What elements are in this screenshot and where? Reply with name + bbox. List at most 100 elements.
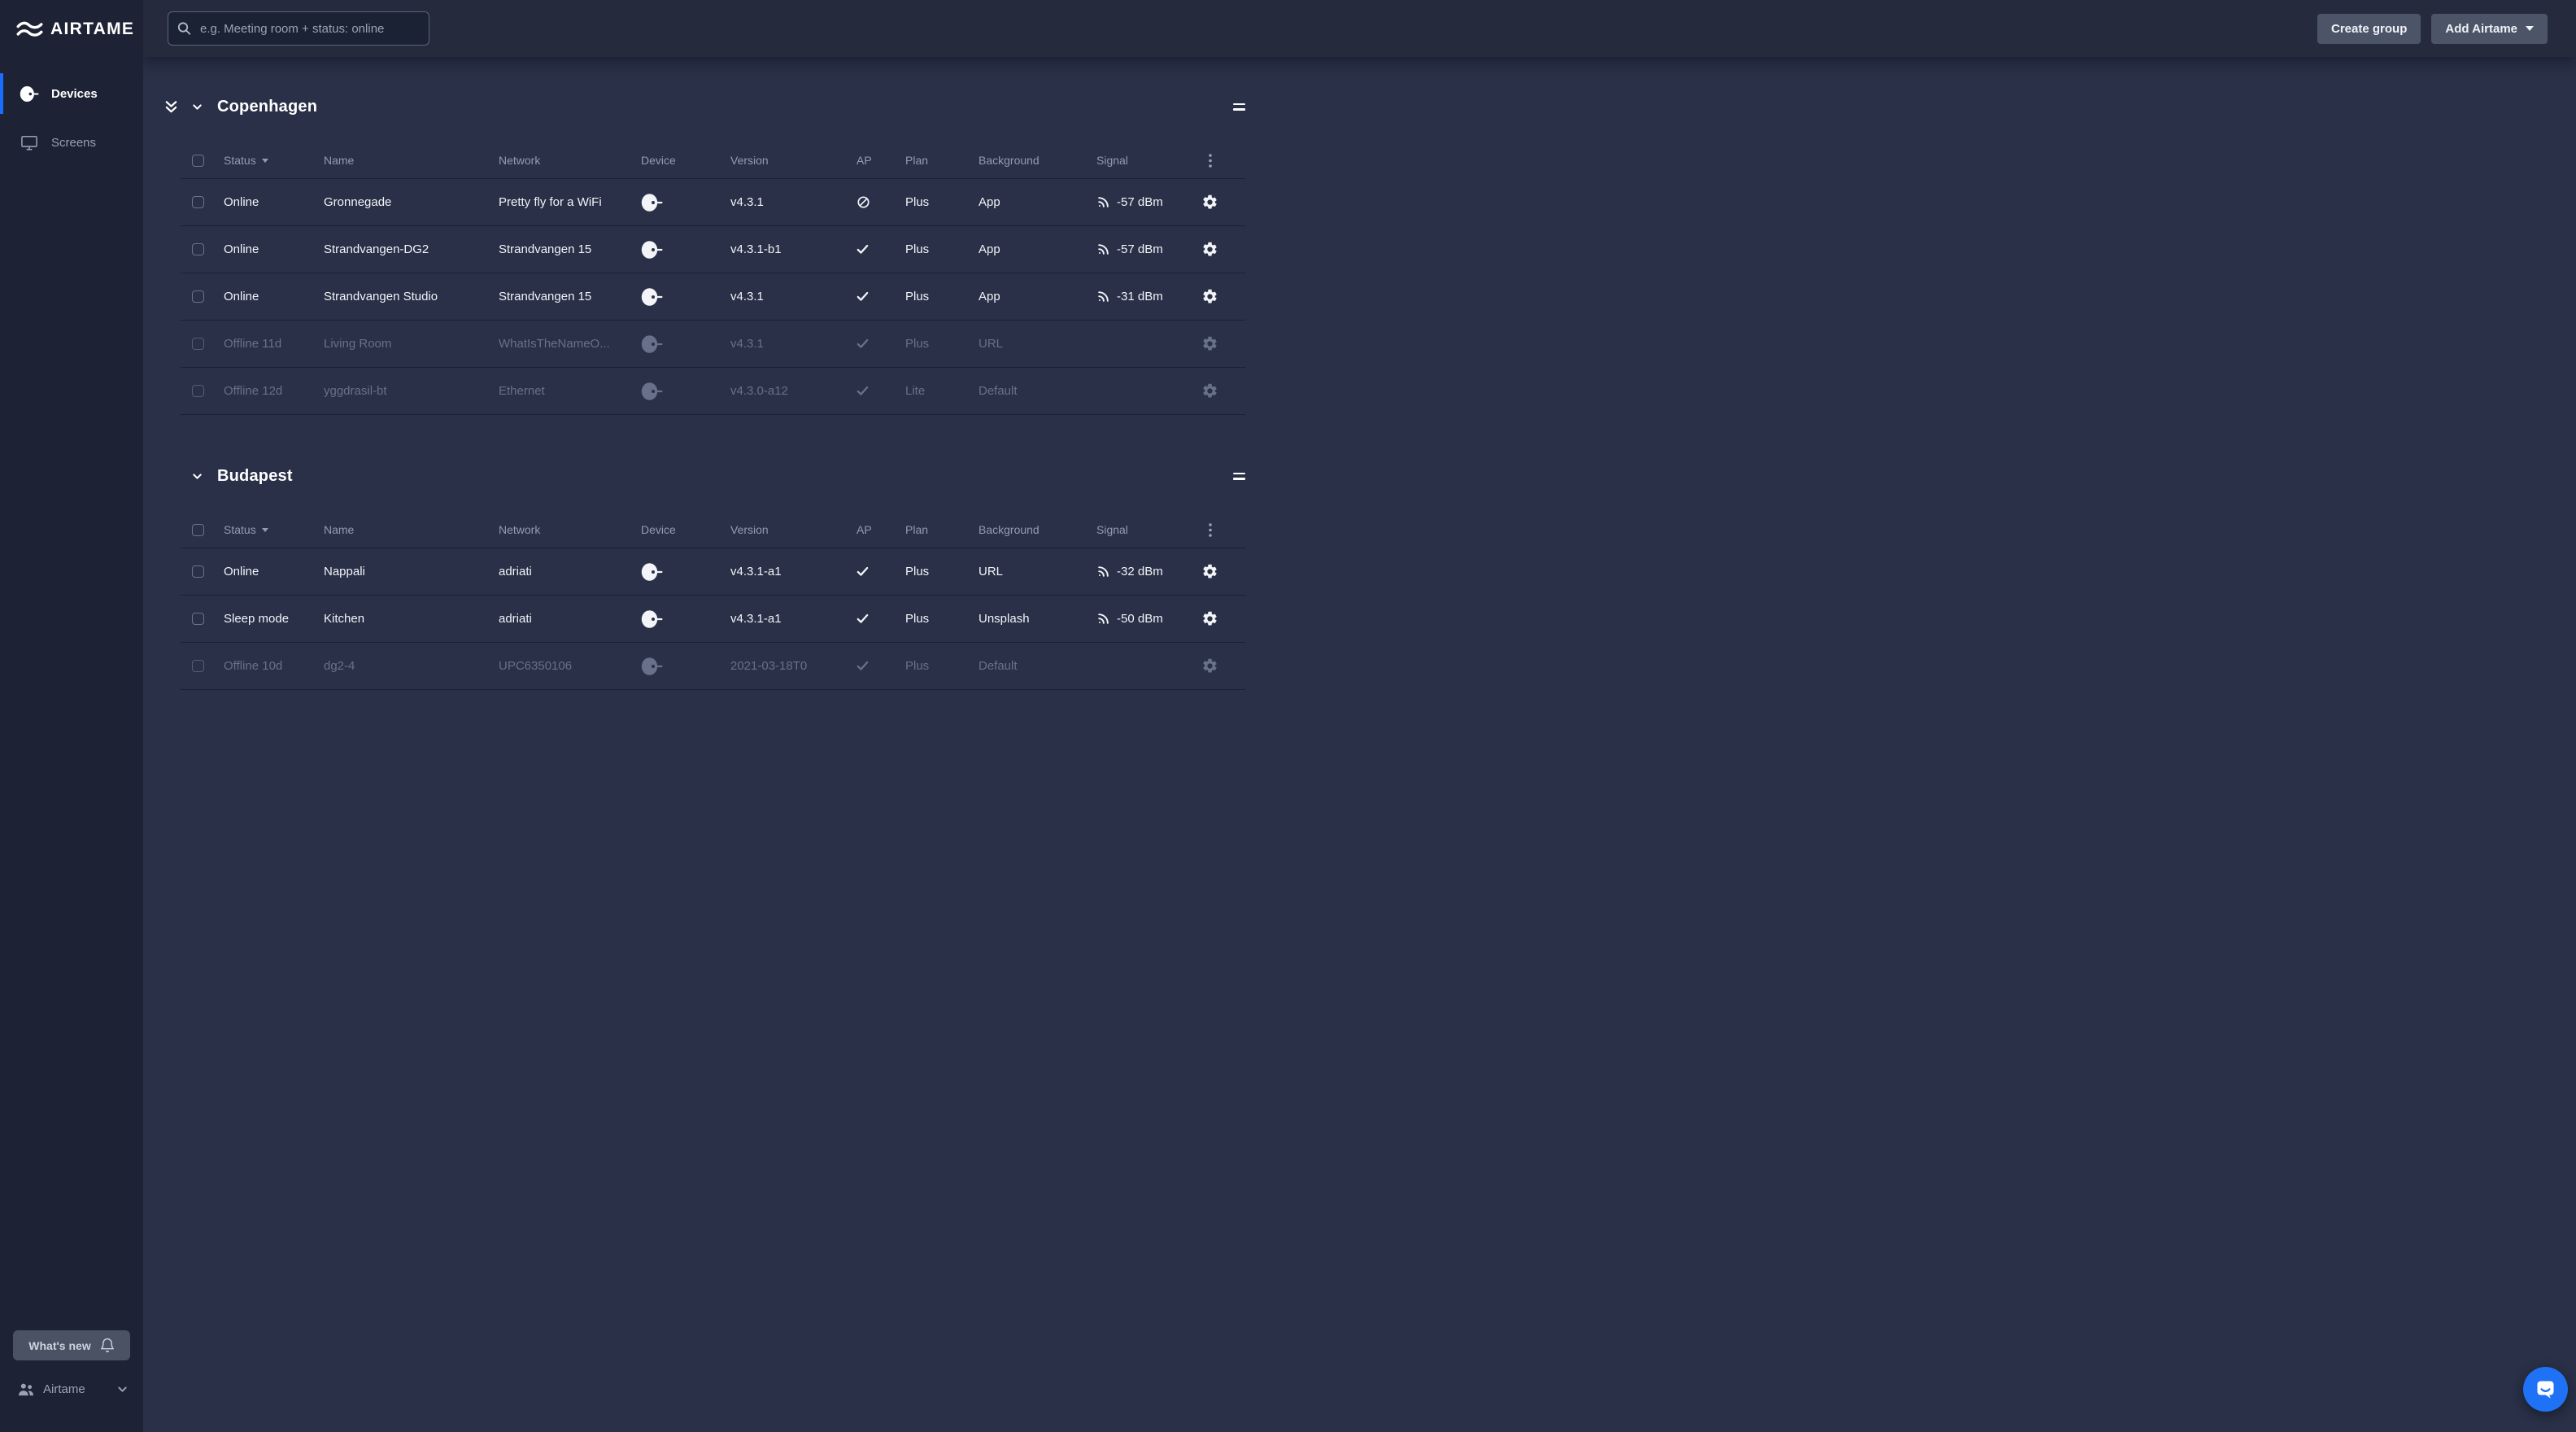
column-header-version[interactable]: Version <box>720 154 846 167</box>
gear-icon[interactable] <box>1201 657 1218 675</box>
gear-icon[interactable] <box>1201 610 1218 627</box>
plan-cell: Lite <box>905 384 926 398</box>
column-header-device[interactable]: Device <box>630 154 720 167</box>
check-icon <box>856 613 869 623</box>
column-header-background[interactable]: Background <box>968 523 1086 536</box>
ap-cell <box>846 661 895 671</box>
column-header-network[interactable]: Network <box>488 523 630 536</box>
table-row[interactable]: Offline 11d Living Room WhatIsTheNameO... v… <box>181 320 1245 367</box>
sidebar-item-screens[interactable]: Screens <box>0 118 143 167</box>
org-switcher[interactable]: Airtame <box>13 1382 130 1396</box>
select-all-checkbox[interactable] <box>192 523 204 536</box>
select-all-checkbox[interactable] <box>192 154 204 167</box>
check-icon <box>856 338 869 348</box>
create-group-button[interactable]: Create group <box>2317 13 2421 44</box>
search-box <box>168 11 429 46</box>
group-title: Copenhagen <box>217 97 318 116</box>
column-header-status[interactable]: Status <box>213 154 313 167</box>
settings-cell <box>1192 241 1244 258</box>
collapse-all-icon <box>165 100 177 112</box>
table-row[interactable]: Online Nappali adriati v4.3.1-a1 Plus URL -32 … <box>181 548 1245 595</box>
table-row[interactable]: Online Strandvangen-DG2 Strandvangen 15 v4.… <box>181 225 1245 273</box>
gear-icon[interactable] <box>1201 563 1218 580</box>
gear-icon[interactable] <box>1201 382 1218 399</box>
status-cell: Online <box>224 195 259 209</box>
network-cell: WhatIsTheNameO... <box>499 337 610 351</box>
row-checkbox[interactable] <box>192 290 204 303</box>
column-header-status[interactable]: Status <box>213 523 313 536</box>
row-select-cell <box>181 290 213 303</box>
column-header-name[interactable]: Name <box>313 523 488 536</box>
column-header-plan[interactable]: Plan <box>895 154 968 167</box>
table-row[interactable]: Online Gronnegade Pretty fly for a WiFi v4.… <box>181 178 1245 225</box>
version-cell: v4.3.1 <box>730 290 764 303</box>
sidebar-bottom: What's new Airtame <box>0 1330 143 1432</box>
device-icon <box>641 334 663 353</box>
group-options-icon[interactable] <box>1233 103 1245 111</box>
device-icon <box>641 287 663 306</box>
name-cell: Strandvangen Studio <box>324 290 438 303</box>
table-row[interactable]: Offline 12d yggdrasil-bt Ethernet v4.3.0-a1… <box>181 367 1245 414</box>
column-header-signal[interactable]: Signal <box>1086 154 1192 167</box>
airtame-wave-icon <box>16 21 43 37</box>
plan-cell: Plus <box>905 612 930 626</box>
table-row[interactable]: Online Strandvangen Studio Strandvangen 15… <box>181 273 1245 320</box>
device-cell <box>630 286 720 308</box>
table-header-row: Status Name Network Device Version AP Plan Back… <box>181 142 1245 178</box>
row-checkbox[interactable] <box>192 385 204 397</box>
group-title: Budapest <box>217 466 293 485</box>
intercom-launcher[interactable] <box>2523 1367 2568 1412</box>
caret-down-icon <box>2526 26 2534 31</box>
signal-cell: -31 dBm <box>1086 290 1192 303</box>
device-cell <box>630 334 720 355</box>
gear-icon[interactable] <box>1201 194 1218 211</box>
row-checkbox[interactable] <box>192 196 204 208</box>
gear-icon[interactable] <box>1201 335 1218 352</box>
signal-icon <box>1098 291 1109 302</box>
group-chevron-button[interactable] <box>191 101 203 113</box>
gear-icon[interactable] <box>1201 288 1218 305</box>
device-cell <box>630 656 720 677</box>
column-header-background[interactable]: Background <box>968 154 1086 167</box>
column-header-device[interactable]: Device <box>630 523 720 536</box>
gear-glyph <box>1203 564 1217 578</box>
column-header-plan[interactable]: Plan <box>895 523 968 536</box>
row-checkbox[interactable] <box>192 613 204 625</box>
gear-glyph <box>1203 194 1217 209</box>
row-checkbox[interactable] <box>192 243 204 255</box>
topbar-actions: Create group Add Airtame <box>2317 13 2548 44</box>
device-icon <box>641 382 663 400</box>
gear-icon[interactable] <box>1201 241 1218 258</box>
search-input[interactable] <box>168 11 429 46</box>
column-header-version[interactable]: Version <box>720 523 846 536</box>
row-checkbox[interactable] <box>192 660 204 672</box>
kebab-menu-icon[interactable] <box>1208 522 1212 537</box>
whats-new-button[interactable]: What's new <box>13 1330 130 1360</box>
column-header-signal[interactable]: Signal <box>1086 523 1192 536</box>
table-row[interactable]: Sleep mode Kitchen adriati v4.3.1-a1 Plus Uns… <box>181 595 1245 642</box>
status-cell: Online <box>224 242 259 256</box>
row-select-cell <box>181 660 213 672</box>
column-header-ap[interactable]: AP <box>846 523 895 536</box>
kebab-menu-icon[interactable] <box>1208 153 1212 168</box>
row-checkbox[interactable] <box>192 338 204 350</box>
sidebar-item-devices[interactable]: Devices <box>0 69 143 118</box>
status-cell: Offline 11d <box>224 337 282 351</box>
gear-glyph <box>1203 242 1217 256</box>
row-checkbox[interactable] <box>192 565 204 578</box>
name-cell: Living Room <box>324 337 392 351</box>
group-options-icon[interactable] <box>1233 472 1245 480</box>
device-cell <box>630 609 720 630</box>
signal-value: -31 dBm <box>1117 290 1163 303</box>
ap-cell <box>846 291 895 302</box>
row-select-cell <box>181 196 213 208</box>
column-header-ap[interactable]: AP <box>846 154 895 167</box>
add-airtame-button[interactable]: Add Airtame <box>2431 13 2548 44</box>
table-row[interactable]: Offline 10d dg2-4 UPC6350106 2021-03-18T0 Pl… <box>181 642 1245 689</box>
name-cell: Kitchen <box>324 612 365 626</box>
collapse-all-button[interactable] <box>164 99 178 115</box>
status-cell: Offline 12d <box>224 384 283 398</box>
column-header-network[interactable]: Network <box>488 154 630 167</box>
column-header-name[interactable]: Name <box>313 154 488 167</box>
group-chevron-button[interactable] <box>191 470 203 482</box>
